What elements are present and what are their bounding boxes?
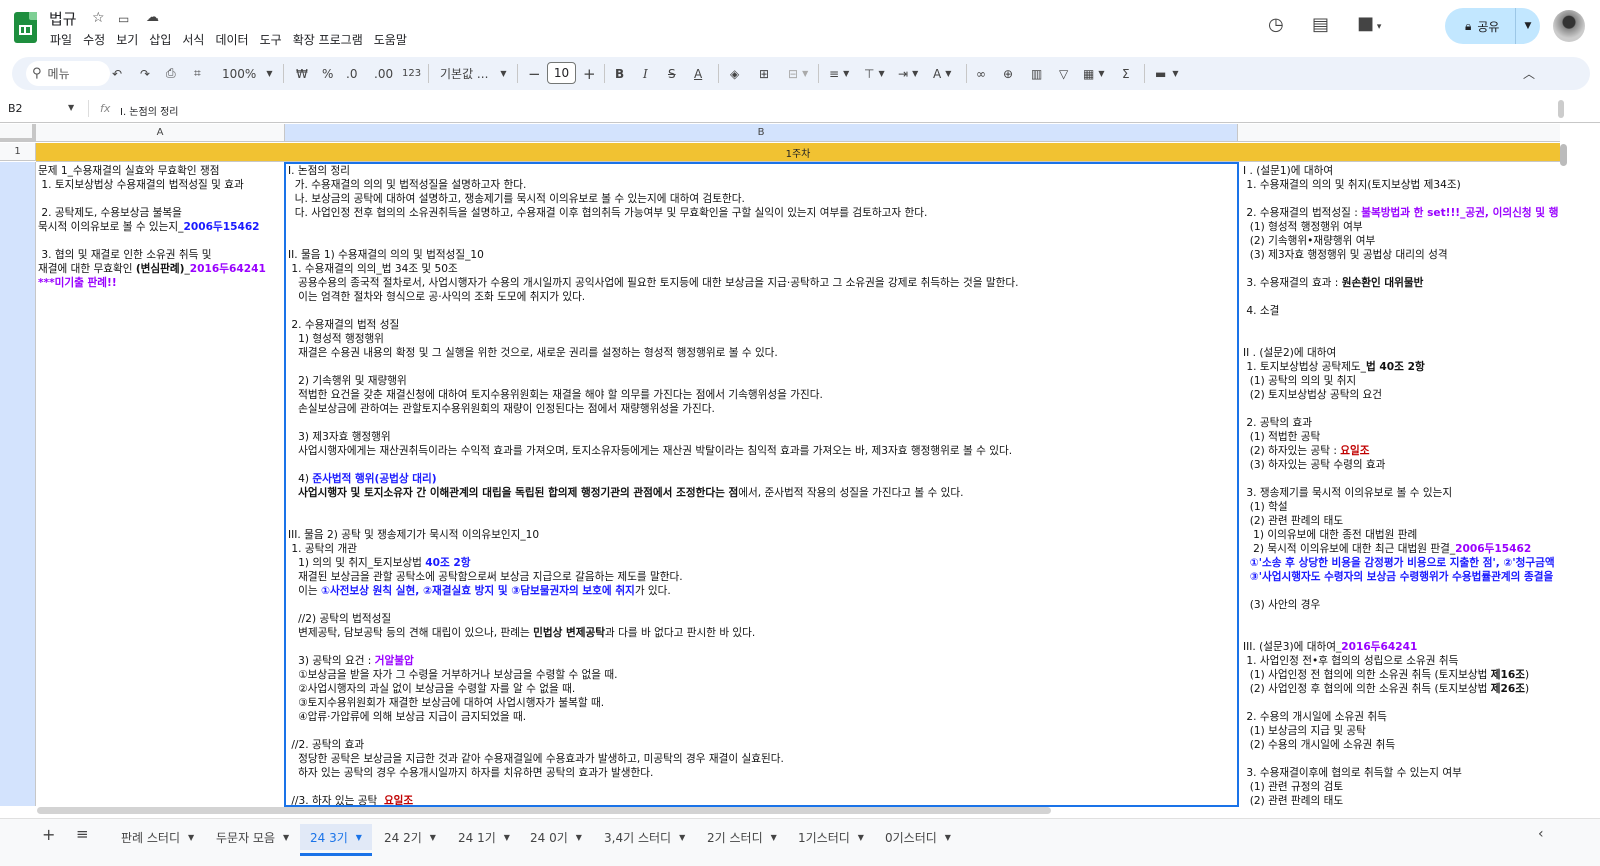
cell-c2[interactable]: I . (설문1)에 대하여 1. 수용재결의 의의 및 취지(토지보상법 제3…: [1243, 164, 1558, 806]
all-sheets-icon[interactable]: ≡: [76, 825, 89, 843]
input-tools-icon[interactable]: ▬ ▼: [1155, 57, 1179, 90]
borders-icon[interactable]: ⊞: [759, 57, 769, 90]
tab-menu-icon[interactable]: ▼: [945, 833, 951, 842]
font-select[interactable]: 기본값 ... ▼: [440, 57, 507, 90]
paint-format-icon[interactable]: ⌗: [194, 57, 201, 90]
lock-icon: 🔒︎: [1465, 18, 1472, 33]
sheet-tab-1[interactable]: 두문자 모음 ▼: [206, 824, 299, 850]
redo-icon[interactable]: ↷: [140, 57, 150, 90]
active-cell-outline: [284, 162, 1239, 807]
menu-item-2[interactable]: 보기: [116, 31, 145, 48]
percent-button[interactable]: %: [322, 57, 333, 90]
formula-scrollbar[interactable]: [1558, 100, 1564, 118]
share-button[interactable]: 🔒︎ 공유 ▼: [1445, 8, 1540, 44]
print-icon[interactable]: ⎙: [166, 57, 176, 90]
row-header-2[interactable]: [0, 162, 36, 806]
add-comment-icon[interactable]: ⊕: [1003, 57, 1013, 90]
column-header-b[interactable]: B: [285, 124, 1238, 142]
align-icon[interactable]: ≡ ▼: [829, 57, 849, 90]
decrease-decimal-button[interactable]: .0: [346, 57, 357, 90]
menu-bar: 파일 수정 보기 삽입 서식 데이터 도구 확장 프로그램 도움말: [50, 31, 418, 48]
collapse-toolbar-icon[interactable]: ︿: [1523, 57, 1535, 90]
menu-item-8[interactable]: 도움말: [374, 31, 414, 48]
formula-input[interactable]: I. 논점의 정리: [120, 103, 179, 118]
tab-menu-icon[interactable]: ▼: [430, 833, 436, 842]
name-box-dropdown-icon[interactable]: ▼: [68, 103, 74, 112]
font-size-input[interactable]: 10: [547, 62, 576, 84]
filter-icon[interactable]: ▽: [1059, 57, 1068, 90]
menu-item-6[interactable]: 도구: [260, 31, 289, 48]
cloud-status-icon[interactable]: ☁: [146, 10, 159, 25]
tab-menu-icon[interactable]: ▼: [188, 833, 194, 842]
sheet-tab-9[interactable]: 0기스터디 ▼: [875, 824, 961, 850]
currency-button[interactable]: ₩: [296, 57, 308, 90]
column-header-c[interactable]: [1238, 124, 1560, 142]
column-header-a[interactable]: A: [36, 124, 285, 142]
menu-item-3[interactable]: 삽입: [149, 31, 178, 48]
fill-color-icon[interactable]: ◈: [730, 57, 739, 90]
font-size-increase-icon[interactable]: +: [583, 57, 596, 90]
avatar[interactable]: [1553, 10, 1585, 42]
text-rotate-icon[interactable]: A ▼: [933, 57, 951, 90]
select-all-corner[interactable]: [0, 124, 36, 142]
fx-icon: fx: [100, 102, 111, 115]
horizontal-scrollbar[interactable]: [37, 807, 1051, 814]
filter-views-icon[interactable]: ▦ ▼: [1083, 57, 1105, 90]
sheet-tab-7[interactable]: 2기 스터디 ▼: [697, 824, 787, 850]
meet-icon[interactable]: ■ ▾: [1357, 13, 1381, 34]
increase-decimal-button[interactable]: .00: [374, 57, 393, 90]
scroll-tabs-left-icon[interactable]: ‹: [1538, 826, 1544, 842]
tab-menu-icon[interactable]: ▼: [771, 833, 777, 842]
tab-menu-icon[interactable]: ▼: [283, 833, 289, 842]
merge-cells-icon[interactable]: ⊟ ▼: [788, 57, 808, 90]
share-dropdown-icon[interactable]: ▼: [1515, 8, 1540, 44]
tab-menu-icon[interactable]: ▼: [576, 833, 582, 842]
week-header-cell[interactable]: 1주차: [36, 143, 1560, 161]
star-icon[interactable]: ☆: [92, 10, 105, 26]
tab-menu-icon[interactable]: ▼: [858, 833, 864, 842]
zoom-select[interactable]: 100% ▼: [222, 57, 272, 90]
italic-icon[interactable]: I: [643, 57, 648, 90]
search-icon: ⚲: [32, 66, 42, 81]
sheets-logo-icon[interactable]: [14, 12, 37, 43]
chart-icon[interactable]: ▥: [1031, 57, 1042, 90]
link-icon[interactable]: ∞: [976, 57, 986, 90]
comments-icon[interactable]: ▤: [1312, 14, 1329, 35]
sheet-tab-2[interactable]: 24 3기 ▼: [300, 824, 372, 856]
menu-item-4[interactable]: 서식: [182, 31, 211, 48]
text-color-icon[interactable]: A: [694, 57, 702, 90]
sheet-tab-4[interactable]: 24 1기 ▼: [448, 824, 520, 850]
menu-item-1[interactable]: 수정: [83, 31, 112, 48]
undo-icon[interactable]: ↶: [112, 57, 122, 90]
sheet-tab-8[interactable]: 1기스터디 ▼: [788, 824, 874, 850]
text-wrap-icon[interactable]: ⇥ ▼: [898, 57, 918, 90]
doc-title[interactable]: 법규: [49, 8, 77, 29]
add-sheet-icon[interactable]: +: [42, 825, 55, 844]
vertical-align-icon[interactable]: ⊤ ▼: [864, 57, 885, 90]
sheets-app: 법규 ☆ ▭ ☁ 파일 수정 보기 삽입 서식 데이터 도구 확장 프로그램 도움말 ◷ ▤ ■…: [0, 0, 1600, 866]
row-header-1[interactable]: 1: [0, 143, 36, 161]
menu-item-0[interactable]: 파일: [50, 31, 79, 48]
tab-menu-icon[interactable]: ▼: [679, 833, 685, 842]
sheet-tab-6[interactable]: 3,4기 스터디 ▼: [594, 824, 695, 850]
version-history-icon[interactable]: ◷: [1268, 14, 1284, 35]
sheet-tab-5[interactable]: 24 0기 ▼: [520, 824, 592, 850]
move-folder-icon[interactable]: ▭: [118, 12, 129, 26]
font-size-decrease-icon[interactable]: −: [528, 57, 541, 90]
cell-a2[interactable]: 문제 1_수용재결의 실효와 무효확인 쟁점 1. 토지보상법상 수용재결의 법…: [38, 164, 284, 806]
sheet-tab-0[interactable]: 판례 스터디 ▼: [111, 824, 204, 850]
menu-item-5[interactable]: 데이터: [215, 31, 255, 48]
tab-menu-icon[interactable]: ▼: [356, 833, 362, 842]
vertical-scrollbar[interactable]: [1560, 144, 1567, 166]
strikethrough-icon[interactable]: S: [668, 57, 676, 90]
functions-icon[interactable]: Σ: [1122, 57, 1130, 90]
tab-menu-icon[interactable]: ▼: [504, 833, 510, 842]
number-format-button[interactable]: 123: [402, 57, 421, 90]
name-box[interactable]: B2: [8, 102, 23, 115]
menu-item-7[interactable]: 확장 프로그램: [293, 31, 370, 48]
menu-search[interactable]: ⚲ 메뉴: [26, 61, 110, 86]
bold-icon[interactable]: B: [615, 57, 624, 90]
sheet-tab-3[interactable]: 24 2기 ▼: [374, 824, 446, 850]
